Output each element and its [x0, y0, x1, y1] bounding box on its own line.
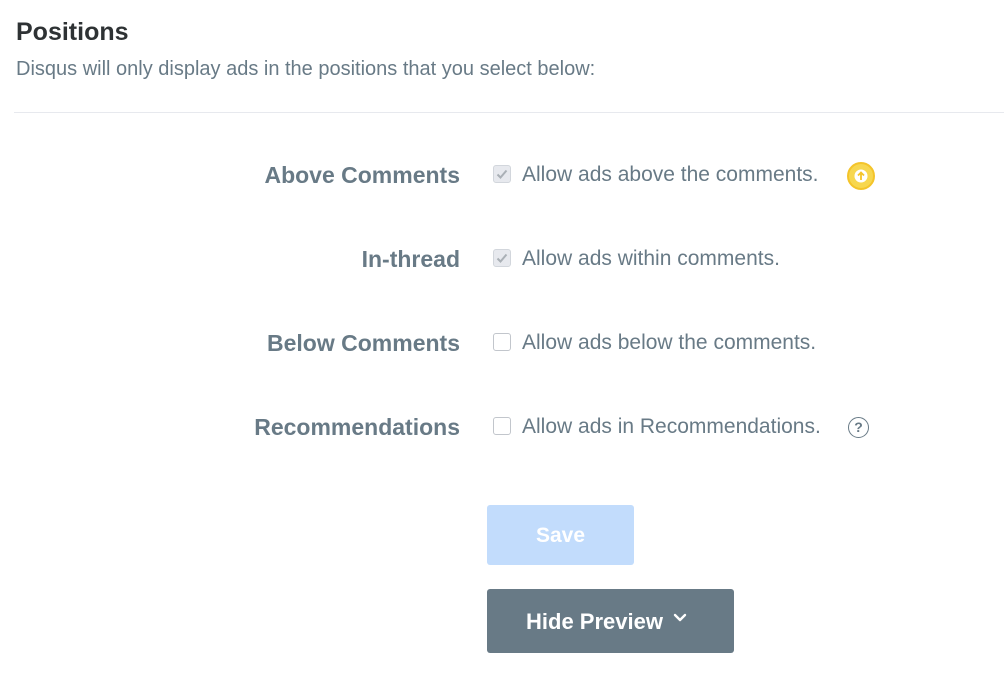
hide-preview-label: Hide Preview: [526, 609, 663, 634]
position-row-in-thread: In-thread Allow ads within comments.: [0, 239, 1004, 279]
arrow-up-icon: [854, 169, 868, 183]
position-row-below-comments: Below Comments Allow ads below the comme…: [0, 323, 1004, 363]
recommendations-checkbox[interactable]: [493, 417, 511, 435]
position-row-above-comments: Above Comments Allow ads above the comme…: [0, 155, 1004, 195]
position-label: Recommendations: [254, 414, 460, 440]
position-description: Allow ads in Recommendations.: [522, 415, 821, 438]
above-comments-checkbox[interactable]: [493, 165, 511, 183]
divider: [14, 112, 1004, 113]
save-button[interactable]: Save: [487, 505, 634, 565]
position-description: Allow ads above the comments.: [522, 163, 819, 186]
section-title: Positions: [16, 18, 129, 46]
checkmark-icon: [496, 253, 508, 263]
position-label: In-thread: [361, 246, 460, 272]
position-description: Allow ads below the comments.: [522, 331, 817, 354]
upgrade-arrow-icon[interactable]: [847, 162, 875, 190]
checkmark-icon: [496, 169, 508, 179]
position-row-recommendations: Recommendations Allow ads in Recommendat…: [0, 407, 1004, 447]
section-description: Disqus will only display ads in the posi…: [16, 58, 596, 80]
below-comments-checkbox[interactable]: [493, 333, 511, 351]
position-label: Below Comments: [267, 330, 460, 356]
chevron-down-icon: [673, 613, 687, 622]
hide-preview-button[interactable]: Hide Preview: [487, 589, 734, 653]
position-label: Above Comments: [264, 162, 460, 188]
position-description: Allow ads within comments.: [522, 247, 780, 270]
help-icon[interactable]: ?: [848, 417, 869, 438]
in-thread-checkbox[interactable]: [493, 249, 511, 267]
